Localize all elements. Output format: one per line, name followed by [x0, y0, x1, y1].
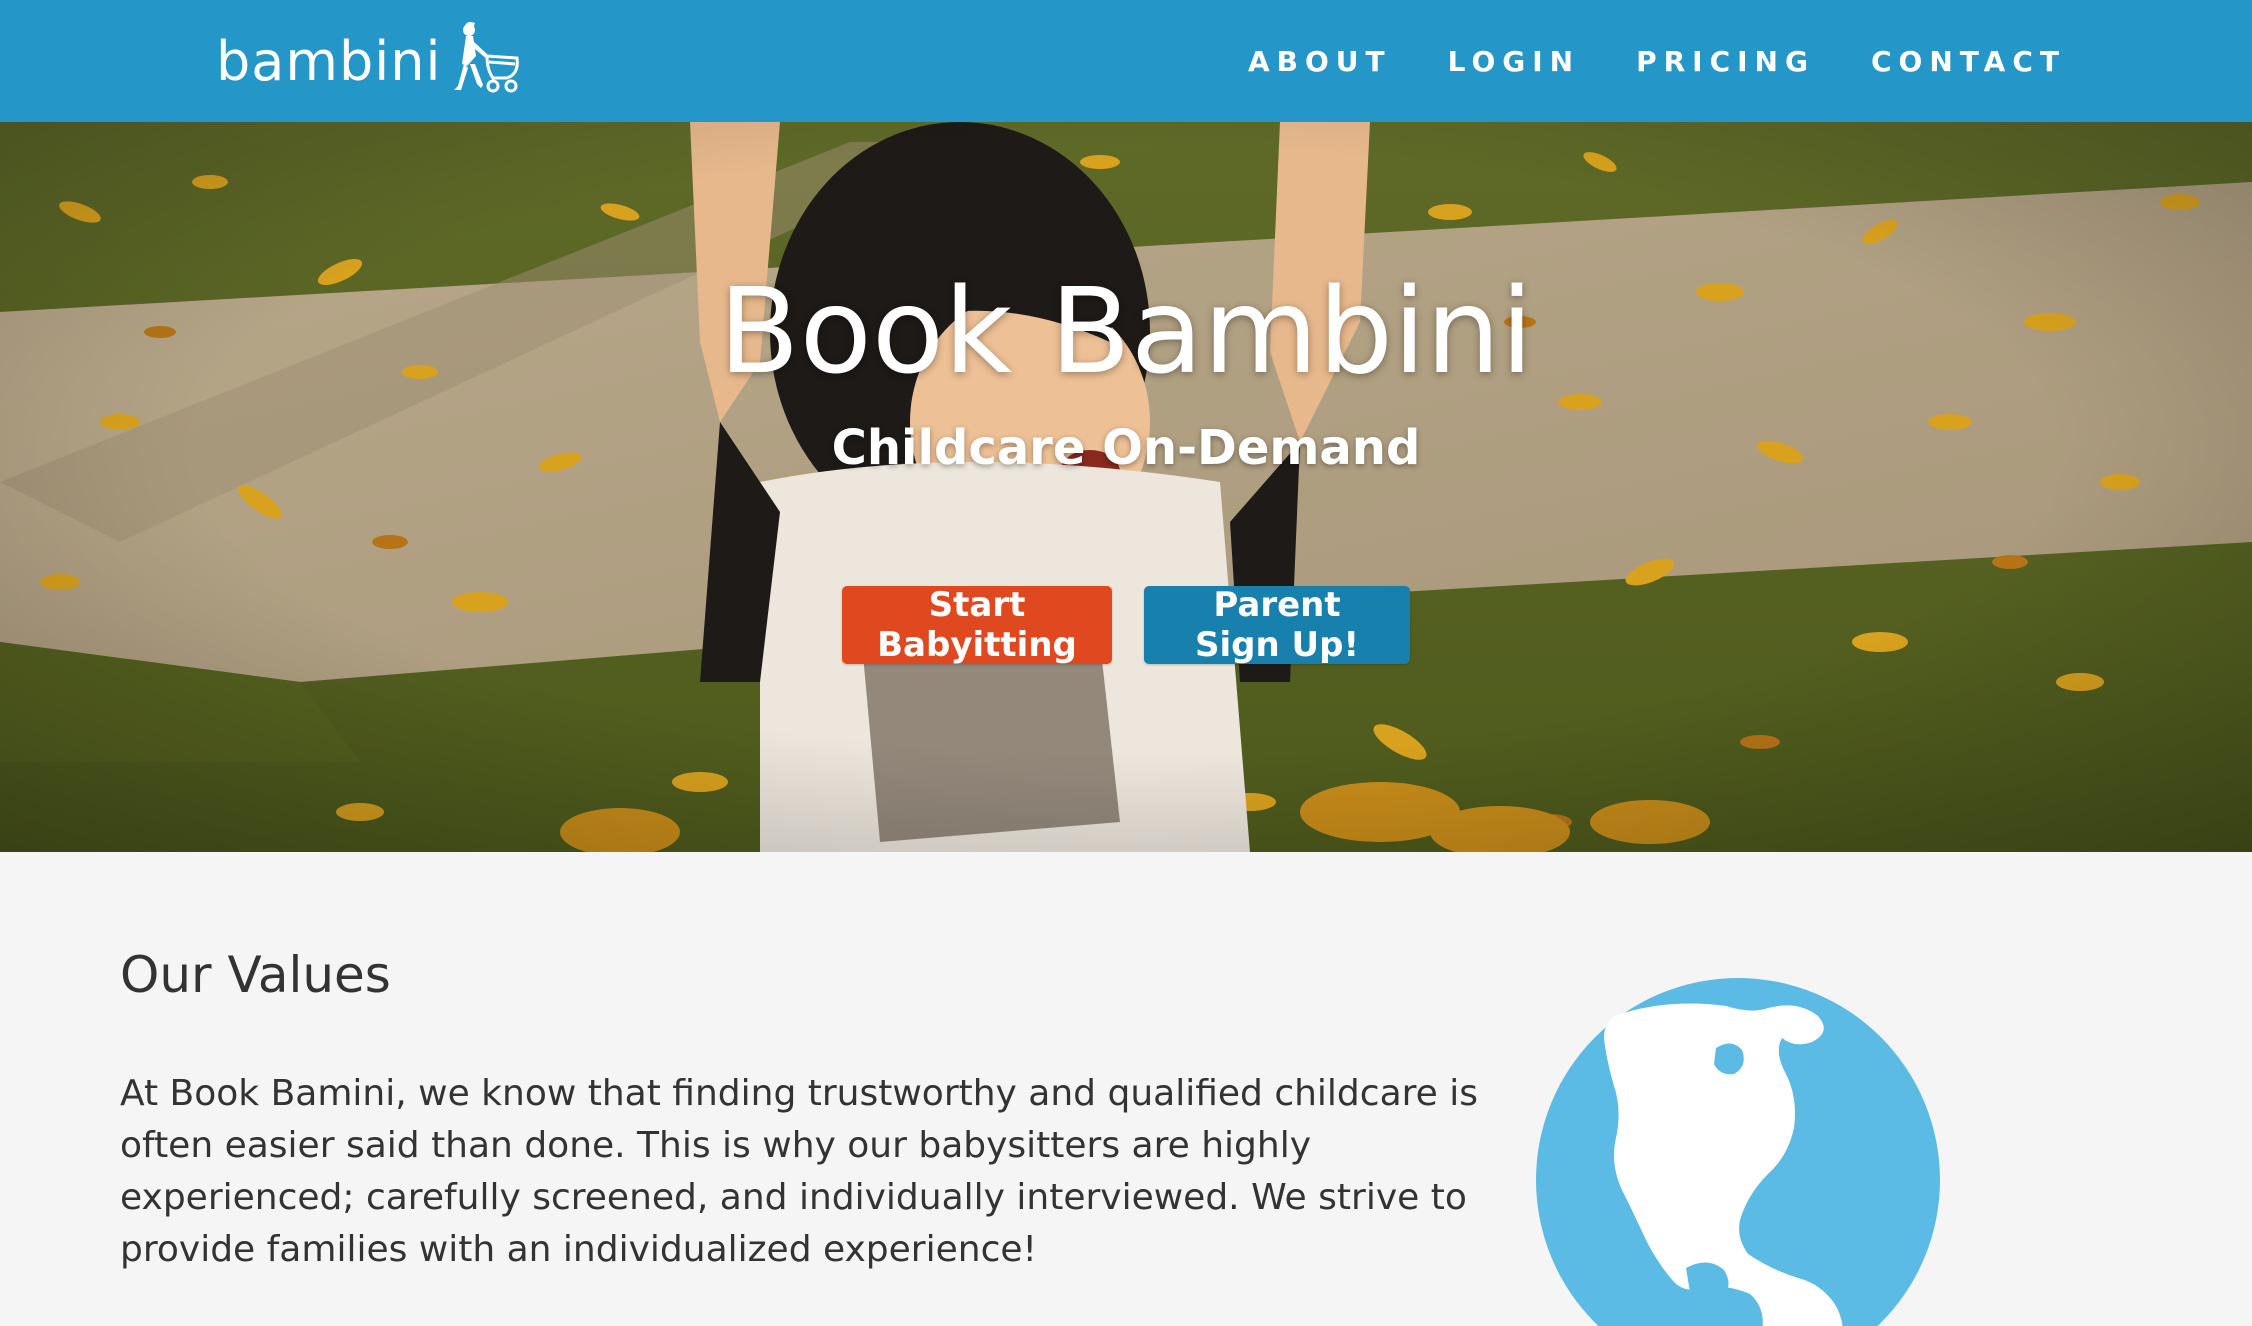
navbar: bambini ABOUT LOGIN PRICING CONTACT [0, 0, 2252, 122]
hero-background-photo [0, 122, 2252, 852]
nav-about-link[interactable]: ABOUT [1248, 45, 1392, 78]
mother-stroller-icon [454, 22, 520, 93]
values-heading: Our Values [120, 946, 391, 1004]
start-babysitting-button[interactable]: Start Babyitting [842, 585, 1112, 665]
hero-buttons: Start Babyitting Parent Sign Up! [0, 585, 2252, 665]
hero-section: Book Bambini Childcare On-Demand Start B… [0, 122, 2252, 852]
nav-login-link[interactable]: LOGIN [1448, 45, 1580, 78]
brand-name: bambini [216, 29, 442, 93]
brand-logo-link[interactable]: bambini [216, 18, 531, 104]
values-section: Our Values At Book Bamini, we know that … [0, 852, 2252, 1326]
hero-title: Book Bambini [718, 262, 1534, 400]
nav-contact-link[interactable]: CONTACT [1871, 45, 2066, 78]
parent-sign-up-button[interactable]: Parent Sign Up! [1144, 585, 1410, 665]
main-nav: ABOUT LOGIN PRICING CONTACT [1192, 0, 2066, 122]
globe-icon [1536, 978, 1940, 1326]
hero-subtitle: Childcare On-Demand [831, 420, 1421, 476]
nav-pricing-link[interactable]: PRICING [1636, 45, 1815, 78]
values-text: At Book Bamini, we know that finding tru… [120, 1073, 1478, 1270]
